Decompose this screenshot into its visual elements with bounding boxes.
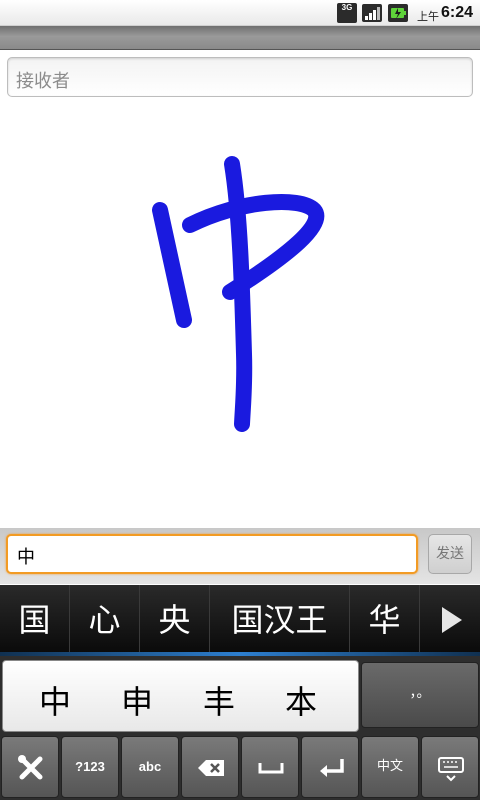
- handwriting-candidate[interactable]: 丰: [199, 677, 239, 723]
- candidate-item[interactable]: 国汉王: [210, 585, 350, 655]
- message-input[interactable]: 中: [6, 534, 418, 574]
- stroke-left-vertical: [152, 202, 192, 328]
- status-bar: 3G 上午 6:24: [0, 0, 480, 26]
- candidate-bar: 国 心 央 国汉王 华: [0, 585, 480, 655]
- handwriting-canvas[interactable]: [0, 104, 480, 528]
- handwriting-candidate[interactable]: 本: [281, 677, 321, 723]
- candidate-item[interactable]: 华: [350, 585, 420, 655]
- space-key[interactable]: [241, 736, 299, 798]
- settings-key[interactable]: [1, 736, 59, 798]
- handwriting-keyboard: 中 申 丰 本 ，。 ?123 abc 中文: [0, 656, 480, 800]
- candidates-more-button[interactable]: [420, 585, 480, 655]
- handwriting-candidates: 中 申 丰 本: [2, 660, 359, 732]
- keyboard-hide-icon: [438, 757, 464, 782]
- recipient-placeholder: 接收者: [16, 71, 70, 92]
- network-3g-icon: 3G: [337, 3, 357, 23]
- candidate-item[interactable]: 央: [140, 585, 210, 655]
- send-button[interactable]: 发送: [428, 534, 472, 574]
- enter-key[interactable]: [301, 736, 359, 798]
- handwriting-candidate[interactable]: 中: [35, 677, 75, 723]
- handwriting-candidate[interactable]: 申: [117, 677, 157, 723]
- candidate-item[interactable]: 心: [70, 585, 140, 655]
- hide-keyboard-key[interactable]: [421, 736, 479, 798]
- punctuation-key[interactable]: ，。: [361, 662, 479, 728]
- signal-strength-icon: [362, 4, 382, 22]
- chinese-mode-key[interactable]: 中文: [361, 736, 419, 798]
- numbers-key[interactable]: ?123: [61, 736, 119, 798]
- play-arrow-icon: [442, 607, 462, 633]
- battery-charging-icon: [388, 4, 408, 22]
- backspace-icon: [198, 760, 224, 776]
- stroke-top-hook: [182, 194, 325, 300]
- message-text: 中: [17, 547, 35, 568]
- time-prefix: 上午: [417, 10, 439, 23]
- network-label: 3G: [341, 3, 353, 12]
- title-bar: [0, 26, 480, 50]
- tools-icon: [18, 755, 43, 780]
- candidate-item[interactable]: 国: [0, 585, 70, 655]
- enter-icon: [320, 759, 344, 777]
- recipient-field[interactable]: 接收者: [7, 57, 473, 97]
- abc-key[interactable]: abc: [121, 736, 179, 798]
- space-icon: [258, 763, 284, 774]
- delete-key[interactable]: [181, 736, 239, 798]
- handwriting-strokes: [152, 156, 325, 432]
- compose-bar: 中 发送: [0, 528, 480, 584]
- clock: 6:24: [441, 4, 474, 21]
